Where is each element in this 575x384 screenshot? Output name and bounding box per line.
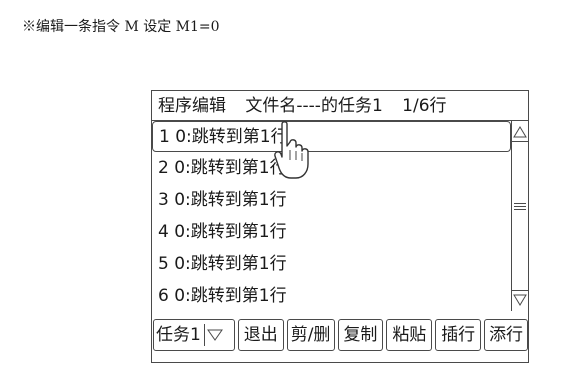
editor-title: 程序编辑 (158, 96, 226, 116)
program-line[interactable]: 6 0:跳转到第1行 (152, 281, 511, 312)
page-indicator: 1/6行 (402, 96, 447, 116)
line-text: 0:跳转到第1行 (174, 190, 287, 210)
program-line[interactable]: 1 0:跳转到第1行 (152, 121, 511, 152)
line-number: 3 (158, 190, 169, 210)
hand-pointer-icon (274, 121, 309, 179)
triangle-down-icon (513, 294, 527, 306)
editor-header: 程序编辑 文件名----的任务1 1/6行 (152, 91, 528, 121)
line-number: 6 (158, 286, 169, 306)
file-name-label: 文件名----的任务1 (245, 96, 383, 116)
task-label: 任务1 (156, 325, 201, 345)
line-number: 5 (158, 254, 169, 274)
vertical-scrollbar[interactable] (511, 121, 528, 311)
insert-line-button[interactable]: 插行 (435, 319, 482, 351)
line-text: 0:跳转到第1行 (174, 286, 287, 306)
line-number: 4 (158, 222, 169, 242)
editor-toolbar: 任务1 退出 剪/删 复制 粘贴 插行 添行 (152, 319, 528, 355)
line-text: 0:跳转到第1行 (174, 222, 287, 242)
triangle-up-icon (513, 126, 527, 138)
program-editor-panel: 程序编辑 文件名----的任务1 1/6行 1 0:跳转到第1行 2 0:跳转到… (151, 90, 529, 363)
program-line[interactable]: 5 0:跳转到第1行 (152, 249, 511, 280)
exit-button[interactable]: 退出 (237, 319, 284, 351)
program-line-list: 1 0:跳转到第1行 2 0:跳转到第1行 3 0:跳转到第1行 4 0:跳转到… (152, 121, 511, 311)
append-line-button[interactable]: 添行 (484, 319, 528, 351)
line-number: 1 (159, 127, 170, 147)
paste-button[interactable]: 粘贴 (386, 319, 433, 351)
cut-delete-button[interactable]: 剪/删 (286, 319, 335, 351)
task-select-button[interactable]: 任务1 (153, 319, 235, 351)
program-line[interactable]: 3 0:跳转到第1行 (152, 185, 511, 216)
line-text: 0:跳转到第1行 (174, 158, 287, 178)
program-line[interactable]: 4 0:跳转到第1行 (152, 217, 511, 248)
scroll-up-button[interactable] (512, 123, 528, 142)
program-line[interactable]: 2 0:跳转到第1行 (152, 153, 511, 184)
line-text: 0:跳转到第1行 (174, 254, 287, 274)
scroll-thumb[interactable] (514, 203, 526, 211)
triangle-down-icon (206, 329, 223, 341)
line-text: 0:跳转到第1行 (175, 127, 288, 147)
copy-button[interactable]: 复制 (337, 319, 384, 351)
line-number: 2 (158, 158, 169, 178)
scroll-down-button[interactable] (512, 290, 528, 309)
instruction-caption: ※编辑一条指令 M 设定 M1=0 (22, 19, 220, 35)
